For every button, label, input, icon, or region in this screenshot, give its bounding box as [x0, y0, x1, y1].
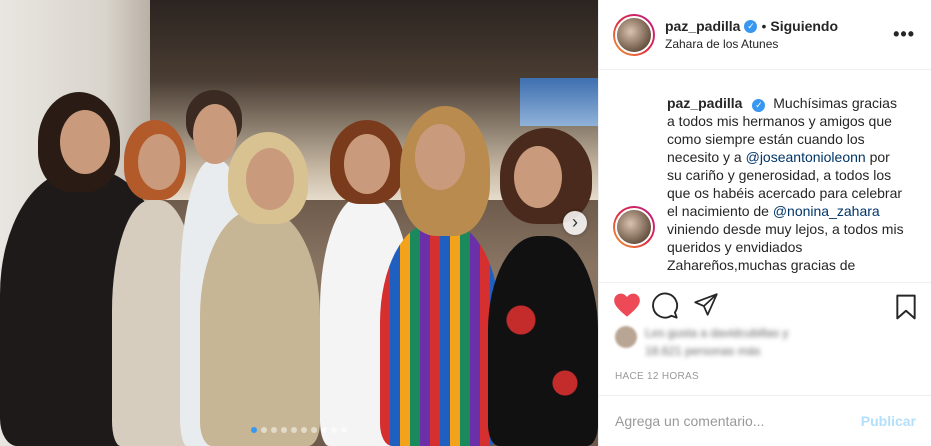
avatar-image [615, 15, 653, 54]
caption-avatar[interactable] [613, 206, 655, 248]
carousel-dot [311, 427, 317, 433]
carousel-dot [251, 427, 257, 433]
heart-icon[interactable] [613, 292, 641, 318]
carousel-dot [291, 427, 297, 433]
header-user-line: paz_padilla ✓ • Siguiendo [665, 18, 893, 34]
caption-text: viniendo desde muy lejos, a todos mis qu… [667, 221, 904, 273]
photo-person [380, 222, 500, 446]
post-header: paz_padilla ✓ • Siguiendo Zahara de los … [599, 0, 931, 70]
add-comment-bar: Publicar [599, 395, 931, 446]
post-actions [599, 282, 931, 322]
carousel-dot [301, 427, 307, 433]
post-sidebar: paz_padilla ✓ • Siguiendo Zahara de los … [598, 0, 931, 446]
post-photo[interactable]: › [0, 0, 598, 446]
more-horizontal-icon[interactable]: ••• [893, 24, 915, 45]
liker-avatar [615, 326, 637, 348]
header-separator: • [761, 18, 767, 34]
likes-line: Les gusta a davidcubillas y [645, 326, 789, 340]
header-text: paz_padilla ✓ • Siguiendo Zahara de los … [665, 18, 893, 51]
photo-person-face [514, 146, 562, 208]
caption-mention-link[interactable]: @joseantonioleonn [746, 149, 866, 165]
photo-person-face [415, 124, 465, 190]
author-username[interactable]: paz_padilla [665, 18, 740, 34]
post-timestamp[interactable]: HACE 12 HORAS [615, 371, 699, 382]
avatar-image [615, 208, 653, 246]
share-icon[interactable] [693, 292, 719, 318]
instagram-post: › paz_padilla ✓ • Siguiendo Zahara de lo… [0, 0, 931, 446]
caption-mention-link[interactable]: @nonina_zahara [773, 203, 880, 219]
photo-person-face [344, 134, 390, 194]
photo-person-face [138, 134, 180, 190]
carousel-dot [321, 427, 327, 433]
verified-badge-icon: ✓ [744, 19, 758, 33]
carousel-dot [261, 427, 267, 433]
likes-summary[interactable]: Les gusta a davidcubillas y 18.621 perso… [615, 322, 915, 366]
photo-person-face [60, 110, 110, 174]
photo-background-sign [520, 78, 598, 126]
carousel-indicator [0, 427, 598, 433]
photo-person [488, 236, 598, 446]
comments-section: paz_padilla ✓ Muchísimas gracias a todos… [599, 70, 931, 282]
comment-input[interactable] [615, 413, 861, 429]
caption-username[interactable]: paz_padilla [667, 95, 742, 111]
likes-line: 18.621 personas más [645, 344, 761, 358]
carousel-dot [331, 427, 337, 433]
likes-text: Les gusta a davidcubillas y 18.621 perso… [645, 324, 788, 360]
comment-icon[interactable] [651, 292, 679, 320]
avatar[interactable] [613, 13, 655, 56]
chevron-right-icon[interactable]: › [563, 211, 587, 235]
photo-person-face [193, 104, 237, 164]
photo-person [200, 210, 320, 446]
bookmark-icon[interactable] [895, 294, 917, 320]
carousel-dot [281, 427, 287, 433]
photo-person-face [246, 148, 294, 210]
publish-button[interactable]: Publicar [861, 413, 916, 429]
carousel-dot [341, 427, 347, 433]
post-location[interactable]: Zahara de los Atunes [665, 37, 893, 51]
post-caption: paz_padilla ✓ Muchísimas gracias a todos… [667, 94, 907, 274]
carousel-dot [271, 427, 277, 433]
follow-status-button[interactable]: Siguiendo [770, 18, 838, 34]
verified-badge-icon: ✓ [752, 99, 766, 112]
